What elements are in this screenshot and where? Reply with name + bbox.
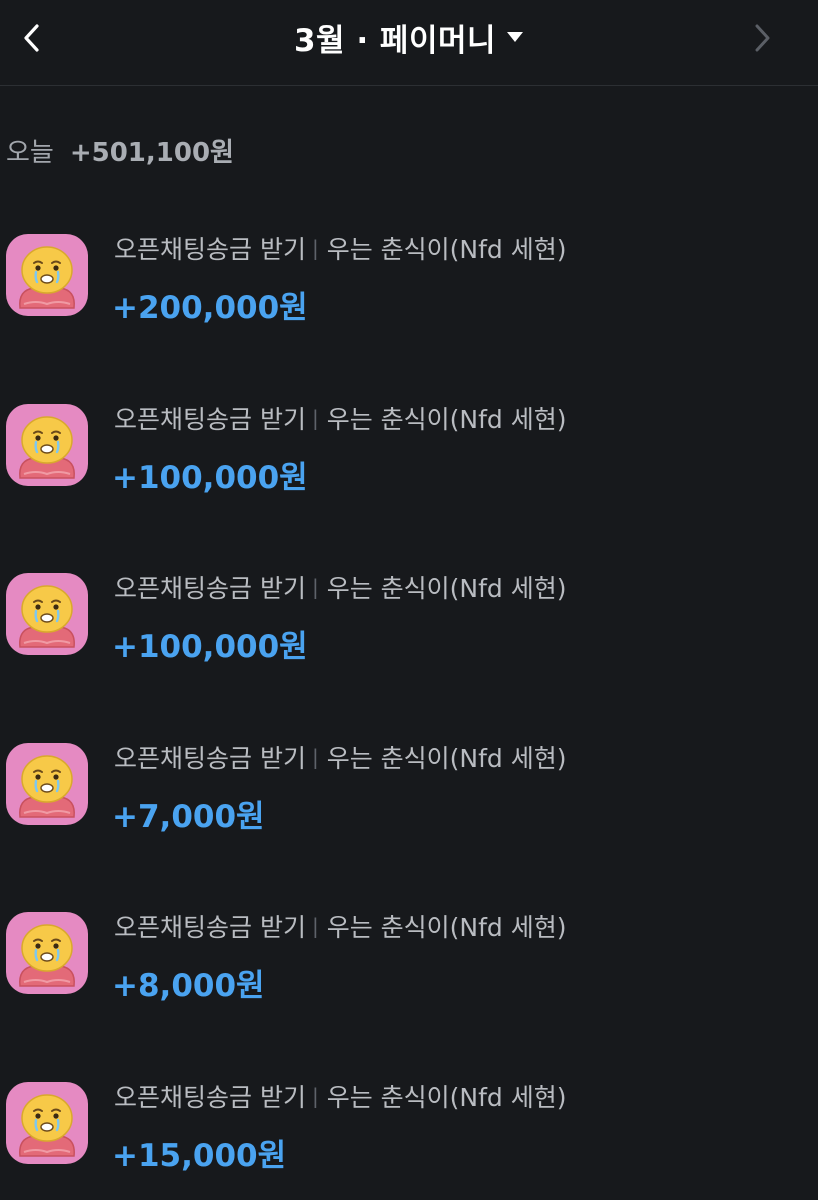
sender-name: 우는 춘식이(Nfd 세현) [326,574,567,603]
transaction-type: 오픈채팅송금 받기 [114,405,306,434]
transaction-description: 오픈채팅송금 받기 | 우는 춘식이(Nfd 세현) [114,569,566,605]
transaction-item[interactable]: 오픈채팅송금 받기 | 우는 춘식이(Nfd 세현) +100,000원 [0,390,818,520]
crying-character-icon [19,1094,75,1157]
month-selector[interactable]: 3월 · 페이머니 [0,14,818,60]
transaction-item[interactable]: 오픈채팅송금 받기 | 우는 춘식이(Nfd 세현) +100,000원 [0,559,818,689]
transaction-amount: +200,000원 [112,289,308,326]
separator: | [311,406,319,430]
transaction-amount: +7,000원 [112,798,265,835]
crying-character-icon [19,924,75,987]
sender-avatar [6,234,88,316]
transaction-amount: +100,000원 [112,459,308,496]
separator: | [311,1084,319,1108]
transaction-item[interactable]: 오픈채팅송금 받기 | 우는 춘식이(Nfd 세현) +7,000원 [0,729,818,859]
transaction-item[interactable]: 오픈채팅송금 받기 | 우는 춘식이(Nfd 세현) +8,000원 [0,898,818,1028]
day-label: 오늘 [6,137,54,168]
transaction-amount: +100,000원 [112,628,308,665]
transaction-amount: +8,000원 [112,967,265,1004]
separator: | [311,236,319,260]
transaction-type: 오픈채팅송금 받기 [114,1083,306,1112]
day-summary: 오늘 +501,100원 [6,130,234,170]
separator: | [311,745,319,769]
crying-character-icon [19,585,75,648]
caret-down-icon [507,32,524,42]
transaction-description: 오픈채팅송금 받기 | 우는 춘식이(Nfd 세현) [114,739,566,775]
transaction-type: 오픈채팅송금 받기 [114,574,306,603]
sender-name: 우는 춘식이(Nfd 세현) [326,405,567,434]
transaction-item[interactable]: 오픈채팅송금 받기 | 우는 춘식이(Nfd 세현) +200,000원 [0,220,818,350]
transaction-item[interactable]: 오픈채팅송금 받기 | 우는 춘식이(Nfd 세현) +15,000원 [0,1068,818,1198]
top-app-bar: 3월 · 페이머니 [0,0,818,86]
transaction-description: 오픈채팅송금 받기 | 우는 춘식이(Nfd 세현) [114,400,566,436]
separator: | [311,914,319,938]
transaction-type: 오픈채팅송금 받기 [114,235,306,264]
sender-name: 우는 춘식이(Nfd 세현) [326,1083,567,1112]
sender-name: 우는 춘식이(Nfd 세현) [326,744,567,773]
transaction-amount: +15,000원 [112,1137,287,1174]
crying-character-icon [19,755,75,818]
transaction-type: 오픈채팅송금 받기 [114,744,306,773]
sender-avatar [6,404,88,486]
sender-avatar [6,912,88,994]
transaction-description: 오픈채팅송금 받기 | 우는 춘식이(Nfd 세현) [114,908,566,944]
transaction-type: 오픈채팅송금 받기 [114,913,306,942]
chevron-right-icon [755,24,770,52]
separator: | [311,575,319,599]
paymoney-history-screen: 3월 · 페이머니 오늘 +501,100원 오픈채팅송금 받기 | 우는 춘식… [0,0,818,1200]
page-title: 3월 · 페이머니 [293,22,497,59]
sender-avatar [6,743,88,825]
sender-avatar [6,1082,88,1164]
next-month-button[interactable] [740,14,784,62]
transaction-description: 오픈채팅송금 받기 | 우는 춘식이(Nfd 세현) [114,230,566,266]
crying-character-icon [19,246,75,309]
sender-name: 우는 춘식이(Nfd 세현) [326,235,567,264]
crying-character-icon [19,416,75,479]
day-total: +501,100원 [69,137,234,168]
sender-name: 우는 춘식이(Nfd 세현) [326,913,567,942]
transaction-description: 오픈채팅송금 받기 | 우는 춘식이(Nfd 세현) [114,1078,566,1114]
sender-avatar [6,573,88,655]
